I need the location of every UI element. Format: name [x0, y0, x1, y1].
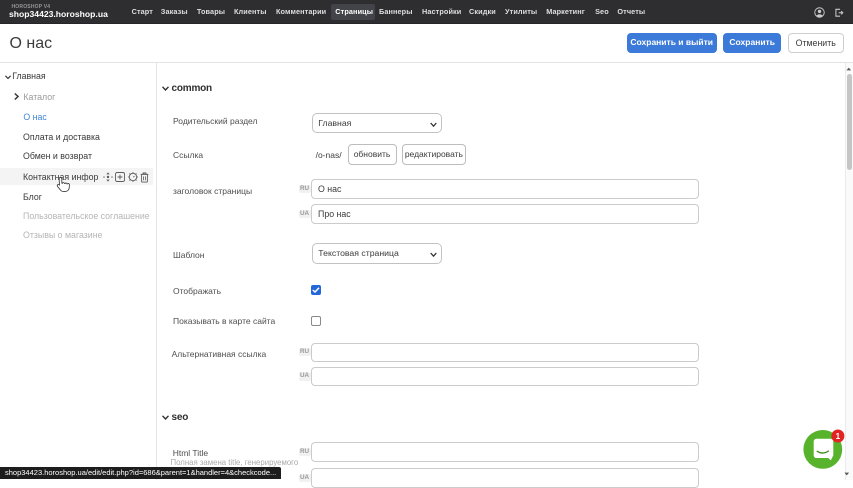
svg-text:1: 1 — [836, 431, 841, 441]
